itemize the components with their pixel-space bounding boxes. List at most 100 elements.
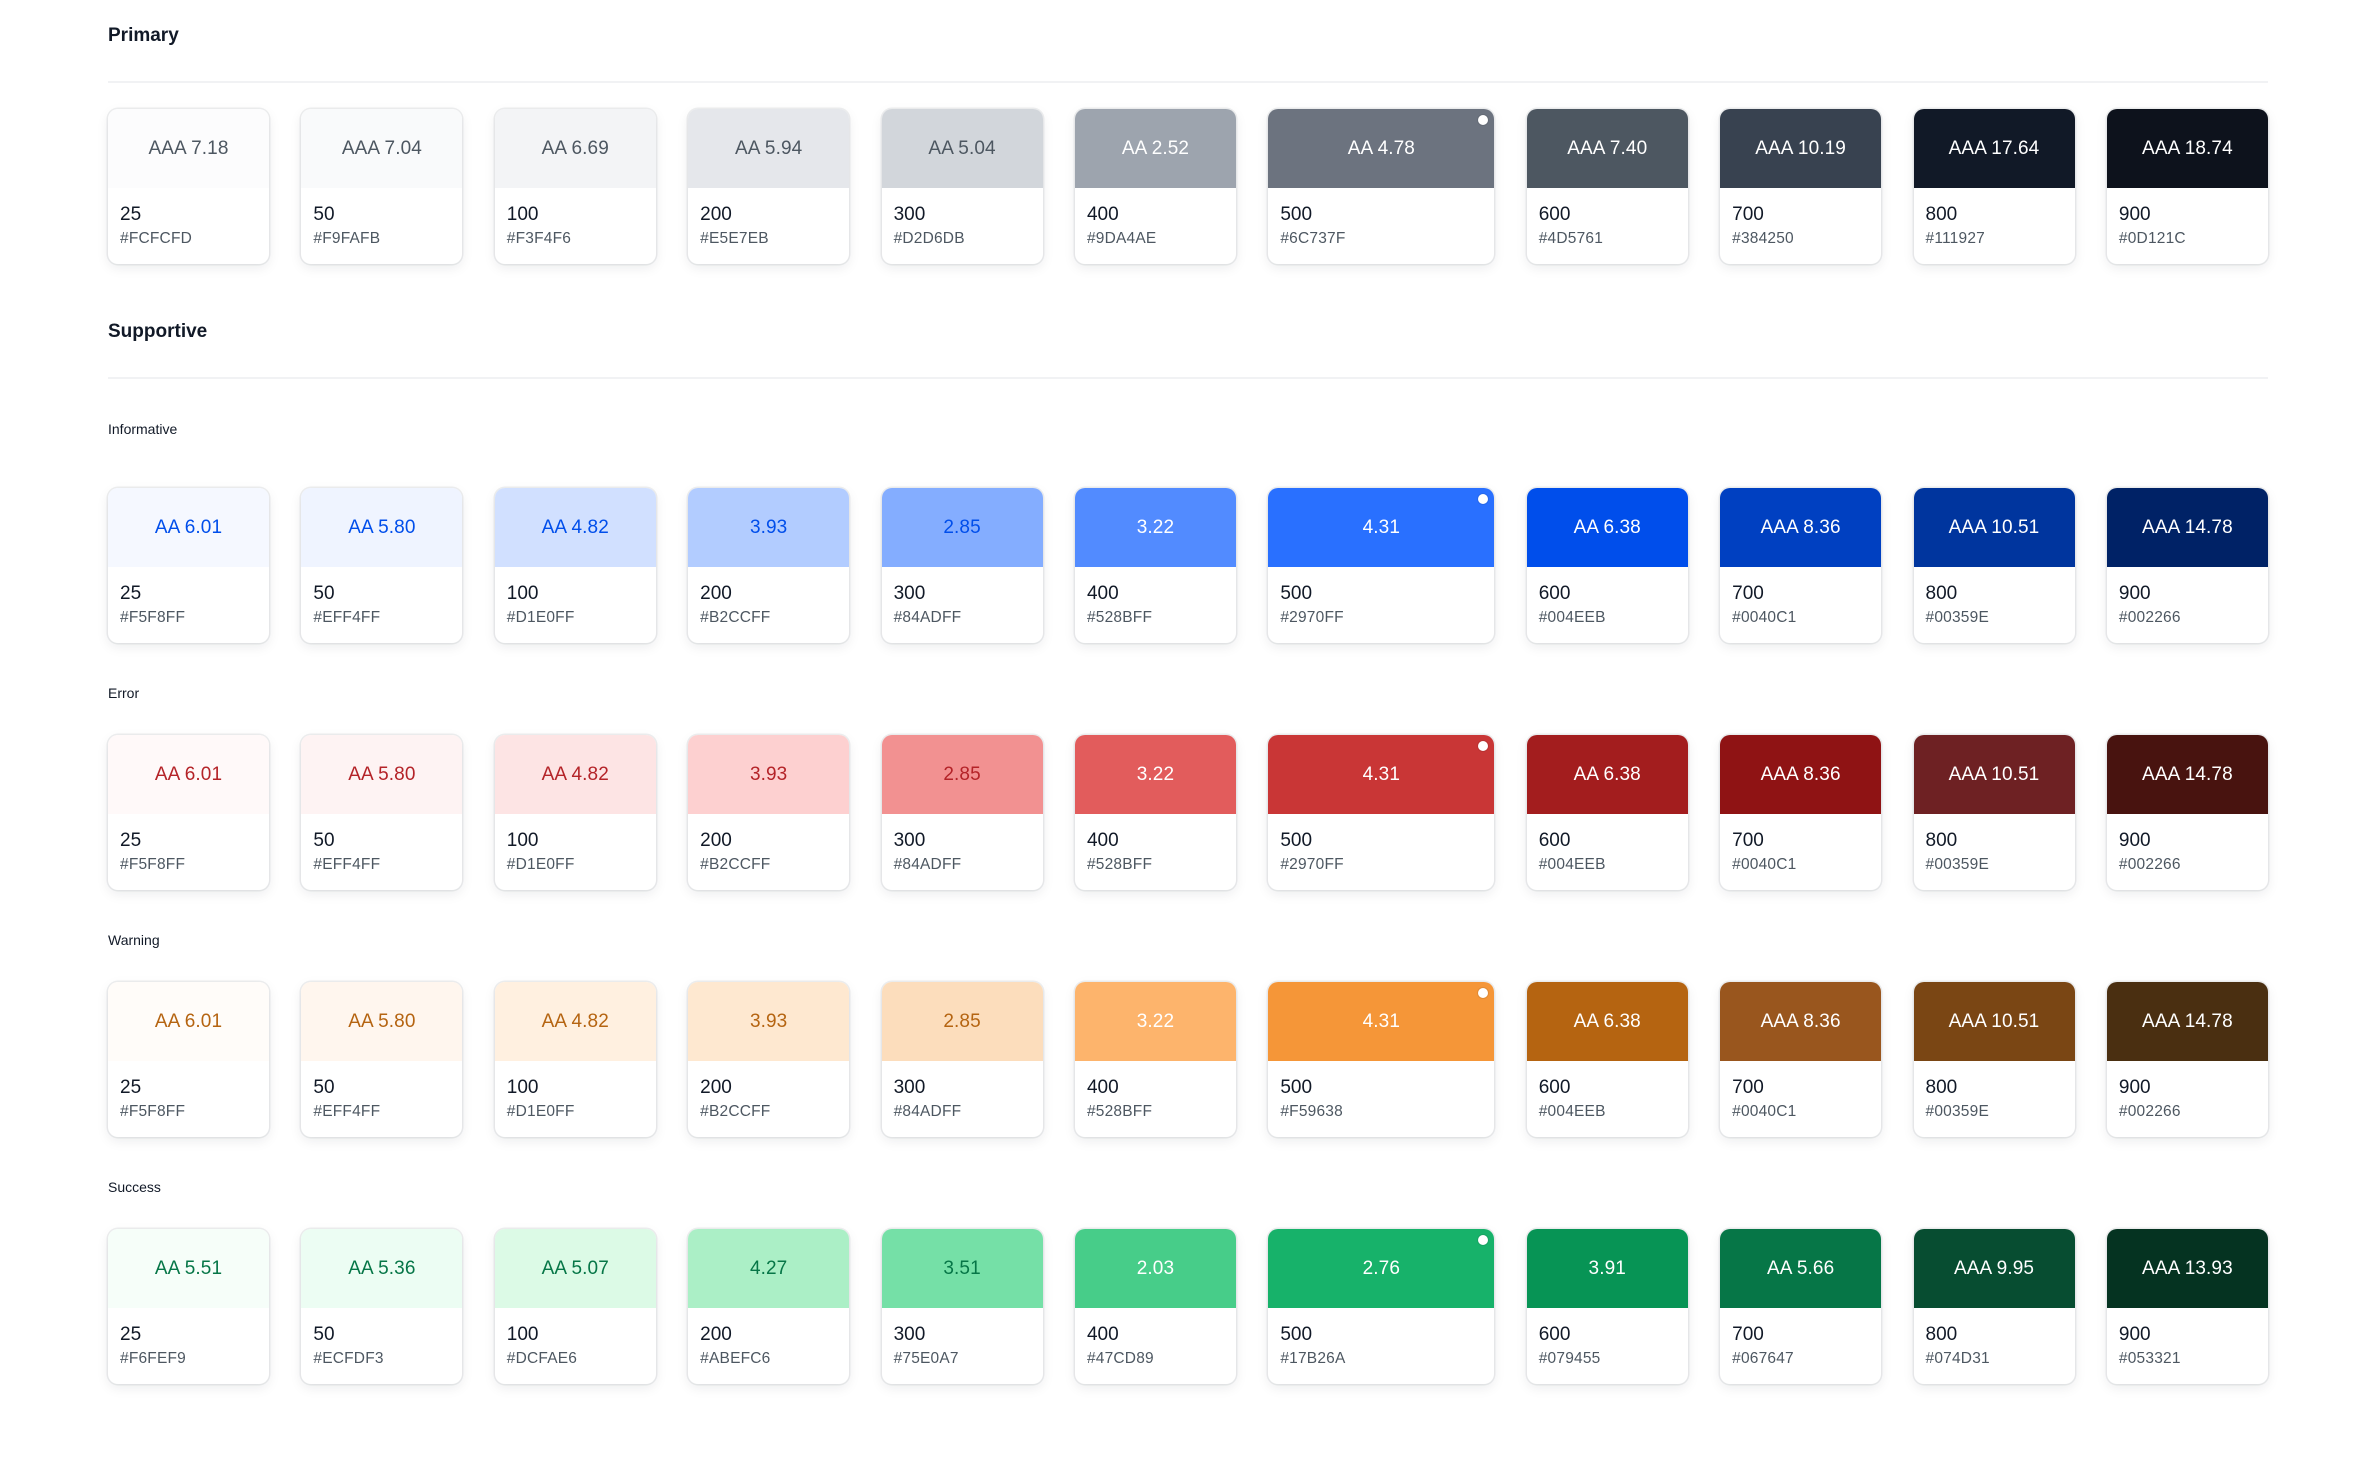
contrast-label: 2.85	[881, 735, 1043, 814]
color-swatch-card[interactable]: 2.76 500 #17B26A	[1268, 1229, 1495, 1384]
swatch-meta: 700 #0040C1	[1720, 1061, 1881, 1121]
contrast-label: 3.93	[688, 735, 850, 814]
section-title-supportive: Supportive	[108, 321, 208, 342]
color-swatch-card[interactable]: 3.93 200 #B2CCFF	[688, 488, 850, 643]
color-swatch-card[interactable]: AA 5.07 100 #DCFAE6	[494, 1229, 656, 1384]
swatch-hex: #074D31	[1925, 1350, 1990, 1367]
section-divider	[108, 377, 2268, 379]
swatch-step: 200	[700, 830, 732, 851]
color-swatch-card[interactable]: 3.93 200 #B2CCFF	[688, 735, 850, 890]
swatch-hex: #ABEFC6	[700, 1350, 771, 1367]
swatch-step: 500	[1280, 830, 1313, 851]
color-swatch-card[interactable]: AA 5.66 700 #067647	[1720, 1229, 1882, 1384]
color-swatch-card[interactable]: AA 5.80 50 #EFF4FF	[301, 488, 463, 643]
color-swatch-card[interactable]: AA 5.94 200 #E5E7EB	[688, 109, 850, 264]
swatch-hex: #2970FF	[1280, 856, 1344, 873]
color-swatch-card[interactable]: 4.27 200 #ABEFC6	[688, 1229, 850, 1384]
color-swatch-card[interactable]: AAA 8.36 700 #0040C1	[1720, 982, 1882, 1137]
color-swatch-card[interactable]: AA 4.82 100 #D1E0FF	[494, 488, 656, 643]
color-swatch-card[interactable]: AAA 18.74 900 #0D121C	[2106, 109, 2268, 264]
color-swatch-card[interactable]: AAA 8.36 700 #0040C1	[1720, 488, 1882, 643]
swatch-hex: #004EEB	[1538, 1103, 1606, 1120]
color-swatch-card[interactable]: AA 6.01 25 #F5F8FF	[108, 488, 269, 643]
swatch-step: 25	[120, 1324, 142, 1345]
group-label-warning: Warning	[108, 932, 160, 948]
swatch-meta: 25 #F5F8FF	[108, 1061, 269, 1121]
color-swatch-card[interactable]: AA 5.51 25 #F6FEF9	[108, 1229, 269, 1384]
color-swatch-card[interactable]: AA 6.01 25 #F5F8FF	[108, 982, 269, 1137]
color-swatch-card[interactable]: 3.22 400 #528BFF	[1074, 982, 1236, 1137]
color-swatch-card[interactable]: AA 4.78 500 #6C737F	[1268, 109, 1495, 264]
swatch-step: 300	[893, 1077, 926, 1098]
color-swatch-card[interactable]: AA 6.01 25 #F5F8FF	[108, 735, 269, 890]
color-swatch-card[interactable]: AA 5.80 50 #EFF4FF	[301, 982, 463, 1137]
color-swatch-card[interactable]: AA 5.80 50 #EFF4FF	[301, 735, 463, 890]
contrast-label: AAA 8.36	[1720, 735, 1882, 814]
swatch-step: 200	[700, 1077, 732, 1098]
section-title-primary: Primary	[108, 25, 179, 46]
color-swatch-card[interactable]: 4.31 500 #F59638	[1268, 982, 1495, 1137]
contrast-label: AAA 14.78	[2106, 982, 2268, 1061]
color-swatch-card[interactable]: AA 4.82 100 #D1E0FF	[494, 735, 656, 890]
color-swatch-card[interactable]: AAA 10.51 800 #00359E	[1913, 735, 2075, 890]
color-swatch-card[interactable]: AA 2.52 400 #9DA4AE	[1074, 109, 1236, 264]
color-swatch-card[interactable]: 2.85 300 #84ADFF	[881, 982, 1043, 1137]
supportive-section: Supportive Informative AA 6.01 25 #F5F8FF A…	[108, 320, 2268, 1384]
color-swatch-card[interactable]: AA 6.38 600 #004EEB	[1526, 488, 1688, 643]
group-label-informative: Informative	[108, 421, 178, 437]
color-swatch-card[interactable]: 3.51 300 #75E0A7	[881, 1229, 1043, 1384]
contrast-label: AA 6.01	[108, 735, 269, 814]
color-swatch-card[interactable]: AA 5.36 50 #ECFDF3	[301, 1229, 463, 1384]
swatch-step: 800	[1925, 1077, 1958, 1098]
color-swatch-card[interactable]: AA 6.69 100 #F3F4F6	[494, 109, 656, 264]
color-swatch-card[interactable]: 3.22 400 #528BFF	[1074, 488, 1236, 643]
color-swatch-card[interactable]: AAA 7.18 25 #FCFCFD	[108, 109, 269, 264]
color-swatch-card[interactable]: AAA 14.78 900 #002266	[2106, 735, 2268, 890]
contrast-label: AAA 10.19	[1720, 109, 1882, 188]
color-swatch-card[interactable]: 3.91 600 #079455	[1526, 1229, 1688, 1384]
color-swatch-card[interactable]: AAA 8.36 700 #0040C1	[1720, 735, 1882, 890]
swatch-hex: #004EEB	[1538, 609, 1606, 626]
color-swatch-card[interactable]: AAA 10.51 800 #00359E	[1913, 488, 2075, 643]
color-swatch-card[interactable]: 2.85 300 #84ADFF	[881, 488, 1043, 643]
swatch-meta: 900 #0D121C	[2107, 188, 2268, 248]
color-swatch-card[interactable]: 2.03 400 #47CD89	[1074, 1229, 1236, 1384]
swatch-step: 900	[2118, 204, 2151, 225]
swatch-step: 700	[1732, 1077, 1764, 1098]
color-swatch-card[interactable]: 3.22 400 #528BFF	[1074, 735, 1236, 890]
color-swatch-card[interactable]: AAA 7.40 600 #4D5761	[1526, 109, 1688, 264]
swatch-hex: #47CD89	[1086, 1350, 1154, 1367]
color-swatch-card[interactable]: AAA 17.64 800 #111927	[1913, 109, 2075, 264]
color-swatch-card[interactable]: 4.31 500 #2970FF	[1268, 735, 1495, 890]
color-swatch-card[interactable]: AA 4.82 100 #D1E0FF	[494, 982, 656, 1137]
swatch-meta: 50 #F9FAFB	[301, 188, 462, 248]
swatch-meta: 500 #2970FF	[1268, 814, 1494, 874]
swatch-hex: #D1E0FF	[506, 856, 575, 873]
swatch-hex: #053321	[2118, 1350, 2181, 1367]
color-swatch-card[interactable]: AAA 7.04 50 #F9FAFB	[301, 109, 463, 264]
color-swatch-card[interactable]: AAA 13.93 900 #053321	[2106, 1229, 2268, 1384]
swatch-step: 300	[893, 830, 926, 851]
swatch-meta: 25 #F6FEF9	[108, 1308, 269, 1368]
color-swatch-card[interactable]: AAA 14.78 900 #002266	[2106, 488, 2268, 643]
color-swatch-card[interactable]: 2.85 300 #84ADFF	[881, 735, 1043, 890]
swatch-step: 500	[1280, 204, 1313, 225]
color-swatch-card[interactable]: AA 5.04 300 #D2D6DB	[881, 109, 1043, 264]
group-label-success: Success	[108, 1179, 161, 1195]
color-swatch-card[interactable]: 3.93 200 #B2CCFF	[688, 982, 850, 1137]
color-swatch-card[interactable]: AA 6.38 600 #004EEB	[1526, 735, 1688, 890]
swatch-hex: #4D5761	[1538, 230, 1604, 247]
swatch-step: 400	[1086, 1077, 1119, 1098]
color-swatch-card[interactable]: AAA 14.78 900 #002266	[2106, 982, 2268, 1137]
swatch-row-primary: AAA 7.18 25 #FCFCFD AAA 7.04 50 #F9FAFB AA 6.6…	[108, 109, 2268, 264]
contrast-label: 4.31	[1268, 982, 1495, 1061]
swatch-hex: #F3F4F6	[506, 230, 572, 247]
color-swatch-card[interactable]: AA 6.38 600 #004EEB	[1526, 982, 1688, 1137]
swatch-meta: 200 #B2CCFF	[688, 814, 849, 874]
contrast-label: AAA 8.36	[1720, 982, 1882, 1061]
swatch-hex: #00359E	[1925, 856, 1989, 873]
color-swatch-card[interactable]: AAA 9.95 800 #074D31	[1913, 1229, 2075, 1384]
color-swatch-card[interactable]: 4.31 500 #2970FF	[1268, 488, 1495, 643]
color-swatch-card[interactable]: AAA 10.19 700 #384250	[1720, 109, 1882, 264]
color-swatch-card[interactable]: AAA 10.51 800 #00359E	[1913, 982, 2075, 1137]
